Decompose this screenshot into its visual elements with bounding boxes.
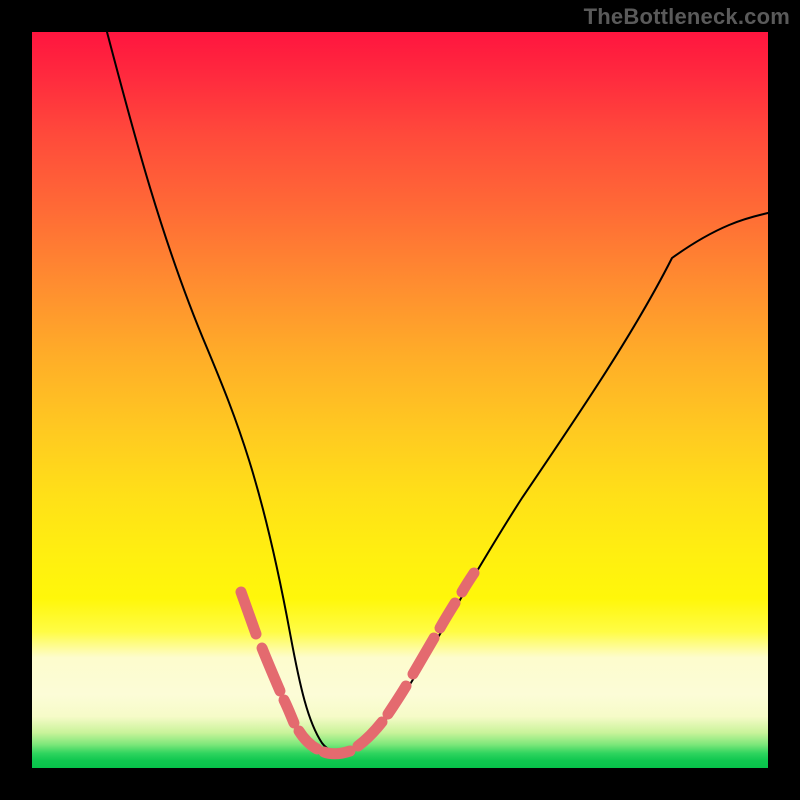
accent-well-bottom [324, 751, 350, 754]
bottleneck-curve [107, 32, 768, 753]
accent-right-mid [413, 638, 434, 674]
accent-left-upper [241, 592, 256, 634]
accent-right-lower2 [388, 686, 406, 714]
plot-area [32, 32, 768, 768]
accent-left-mid2 [284, 700, 294, 723]
watermark-text: TheBottleneck.com [584, 4, 790, 30]
accent-right-lower [358, 722, 382, 746]
curve-layer [32, 32, 768, 768]
accent-right-mid2 [440, 603, 455, 628]
accent-right-upper [462, 573, 474, 592]
accent-left-lower [299, 731, 317, 749]
chart-frame: TheBottleneck.com [0, 0, 800, 800]
accent-left-mid [262, 648, 280, 691]
